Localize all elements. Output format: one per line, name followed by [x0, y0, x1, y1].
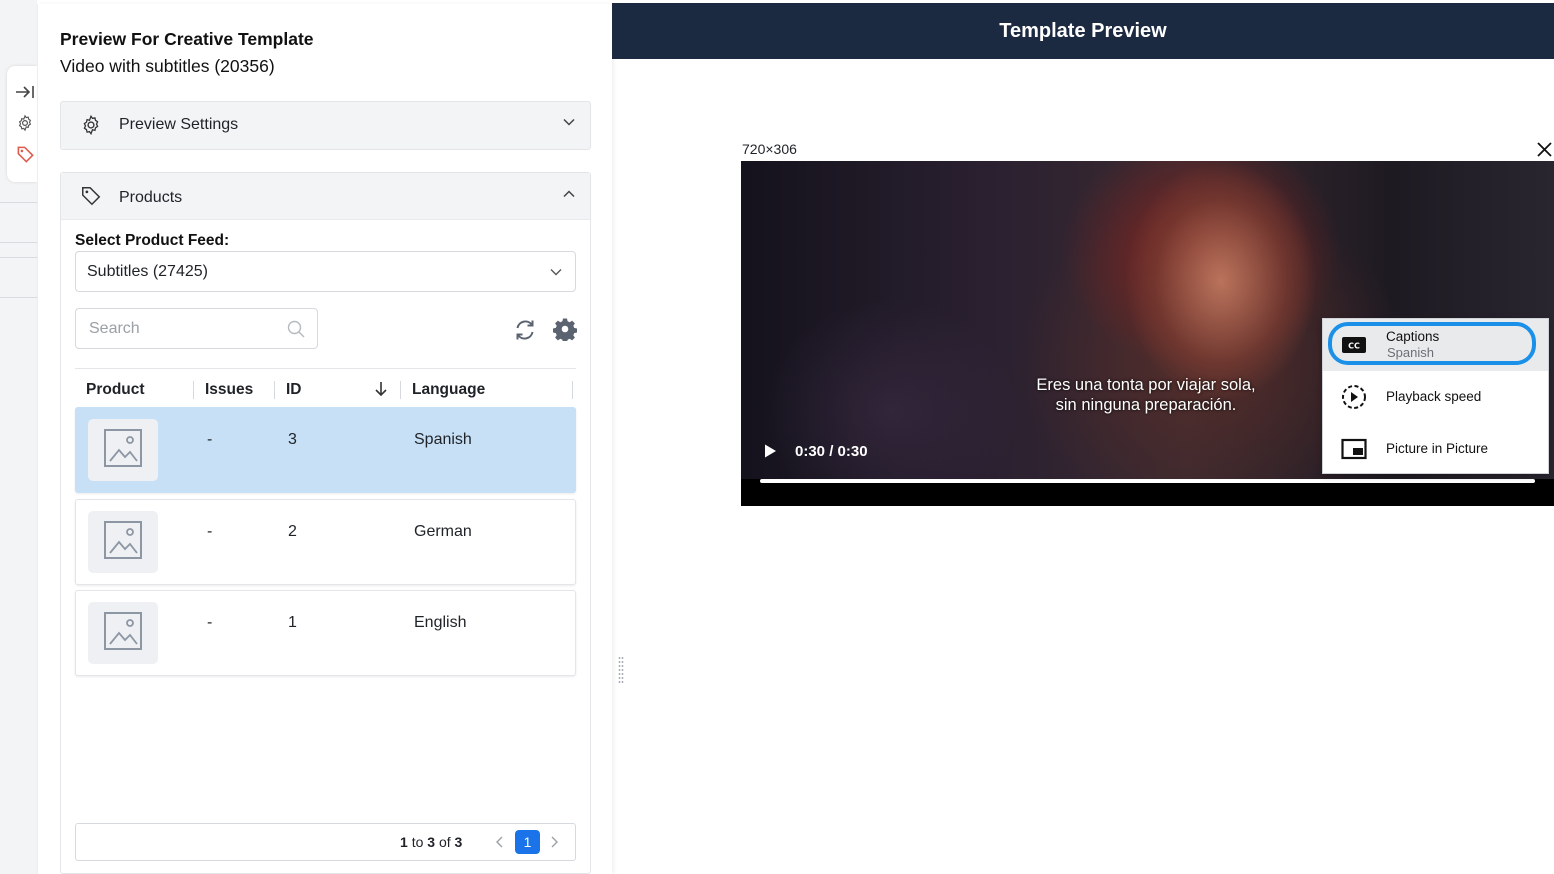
tag-icon[interactable] [15, 144, 35, 164]
collapse-panel-icon[interactable] [15, 82, 35, 102]
chevron-right-icon[interactable] [548, 835, 560, 849]
column-separator[interactable] [400, 381, 401, 399]
products-label: Products [119, 189, 183, 206]
cell-language: English [414, 614, 467, 631]
captions-value: Spanish [1387, 345, 1434, 360]
feed-label: Select Product Feed: [75, 232, 230, 249]
video-progress-bar[interactable] [760, 479, 1535, 483]
cell-id: 3 [288, 431, 297, 448]
close-icon[interactable] [1536, 141, 1553, 158]
search-input[interactable] [89, 319, 279, 339]
menu-item-playback-speed[interactable]: Playback speed [1323, 371, 1548, 423]
image-placeholder-icon [103, 428, 143, 473]
divider [0, 242, 37, 243]
side-toolbar [7, 66, 37, 182]
captions-label: Captions [1386, 329, 1440, 344]
cell-issues: - [207, 614, 213, 631]
divider [0, 257, 37, 258]
cell-issues: - [207, 431, 213, 448]
preview-settings-accordion[interactable]: Preview Settings [60, 101, 591, 150]
menu-item-picture-in-picture[interactable]: Picture in Picture [1323, 423, 1548, 475]
panel-resize-handle[interactable] [618, 656, 624, 684]
table-header: Product Issues ID Language [75, 368, 576, 410]
cell-language: Spanish [414, 431, 472, 448]
panel-subtitle: Video with subtitles (20356) [60, 56, 275, 76]
product-feed-select[interactable]: Subtitles (27425) [75, 251, 576, 292]
page-button-current[interactable]: 1 [515, 830, 540, 854]
playback-speed-icon [1341, 384, 1367, 410]
picture-in-picture-label: Picture in Picture [1386, 441, 1489, 456]
product-thumbnail [88, 511, 158, 573]
menu-item-captions[interactable]: CC Captions Spanish [1323, 319, 1548, 371]
picture-in-picture-icon [1341, 436, 1367, 462]
feed-select-value: Subtitles (27425) [87, 263, 208, 280]
column-header-language[interactable]: Language [412, 381, 485, 399]
chevron-down-icon [549, 265, 563, 279]
search-icon [287, 320, 305, 338]
product-thumbnail [88, 419, 158, 481]
chevron-down-icon [562, 115, 576, 129]
sort-descending-icon[interactable] [374, 381, 388, 397]
divider [0, 297, 37, 298]
cell-language: German [414, 523, 472, 540]
pagination: 1 to 3 of 3 1 [75, 823, 576, 861]
table-row[interactable]: - 1 English [75, 590, 576, 676]
cell-id: 1 [288, 614, 297, 631]
search-field[interactable] [75, 308, 318, 349]
playback-speed-label: Playback speed [1386, 389, 1482, 404]
table-row[interactable]: - 3 Spanish [75, 407, 576, 493]
table-settings-cog-icon[interactable] [553, 317, 577, 343]
preview-side-panel: Preview For Creative Template Video with… [37, 4, 612, 874]
settings-gear-icon[interactable] [15, 113, 35, 133]
preview-settings-label: Preview Settings [119, 116, 239, 133]
table-row[interactable]: - 2 German [75, 499, 576, 585]
column-separator[interactable] [572, 381, 573, 399]
panel-title: Preview For Creative Template [60, 29, 314, 49]
image-placeholder-icon [103, 611, 143, 656]
column-header-product[interactable]: Product [86, 381, 145, 399]
preview-header: Template Preview [612, 3, 1554, 59]
tag-icon [80, 185, 102, 207]
column-separator[interactable] [193, 381, 194, 399]
chevron-left-icon[interactable] [494, 835, 506, 849]
preview-settings-header[interactable]: Preview Settings [61, 102, 590, 148]
closed-captions-icon: CC [1341, 332, 1367, 358]
pagination-summary: 1 to 3 of 3 [400, 834, 463, 850]
video-subtitle: Eres una tonta por viajar sola, sin ning… [1036, 376, 1256, 414]
svg-text:CC: CC [1348, 342, 1360, 351]
column-separator[interactable] [274, 381, 275, 399]
video-settings-menu: CC Captions Spanish Playback speed Pictu… [1322, 318, 1549, 474]
column-header-issues[interactable]: Issues [205, 381, 253, 399]
preview-title: Template Preview [999, 20, 1167, 42]
video-time: 0:30 / 0:30 [795, 443, 868, 460]
play-icon[interactable] [763, 443, 777, 459]
refresh-icon[interactable] [513, 318, 537, 342]
chevron-up-icon [562, 187, 576, 201]
product-thumbnail [88, 602, 158, 664]
image-placeholder-icon [103, 520, 143, 565]
cell-issues: - [207, 523, 213, 540]
left-strip [0, 0, 37, 874]
divider [0, 202, 37, 203]
gear-icon [80, 114, 102, 136]
column-header-id[interactable]: ID [286, 381, 302, 399]
cell-id: 2 [288, 523, 297, 540]
products-header[interactable]: Products [61, 173, 590, 220]
preview-dimensions: 720×306 [742, 141, 797, 157]
products-accordion: Products Select Product Feed: Subtitles … [60, 172, 591, 874]
